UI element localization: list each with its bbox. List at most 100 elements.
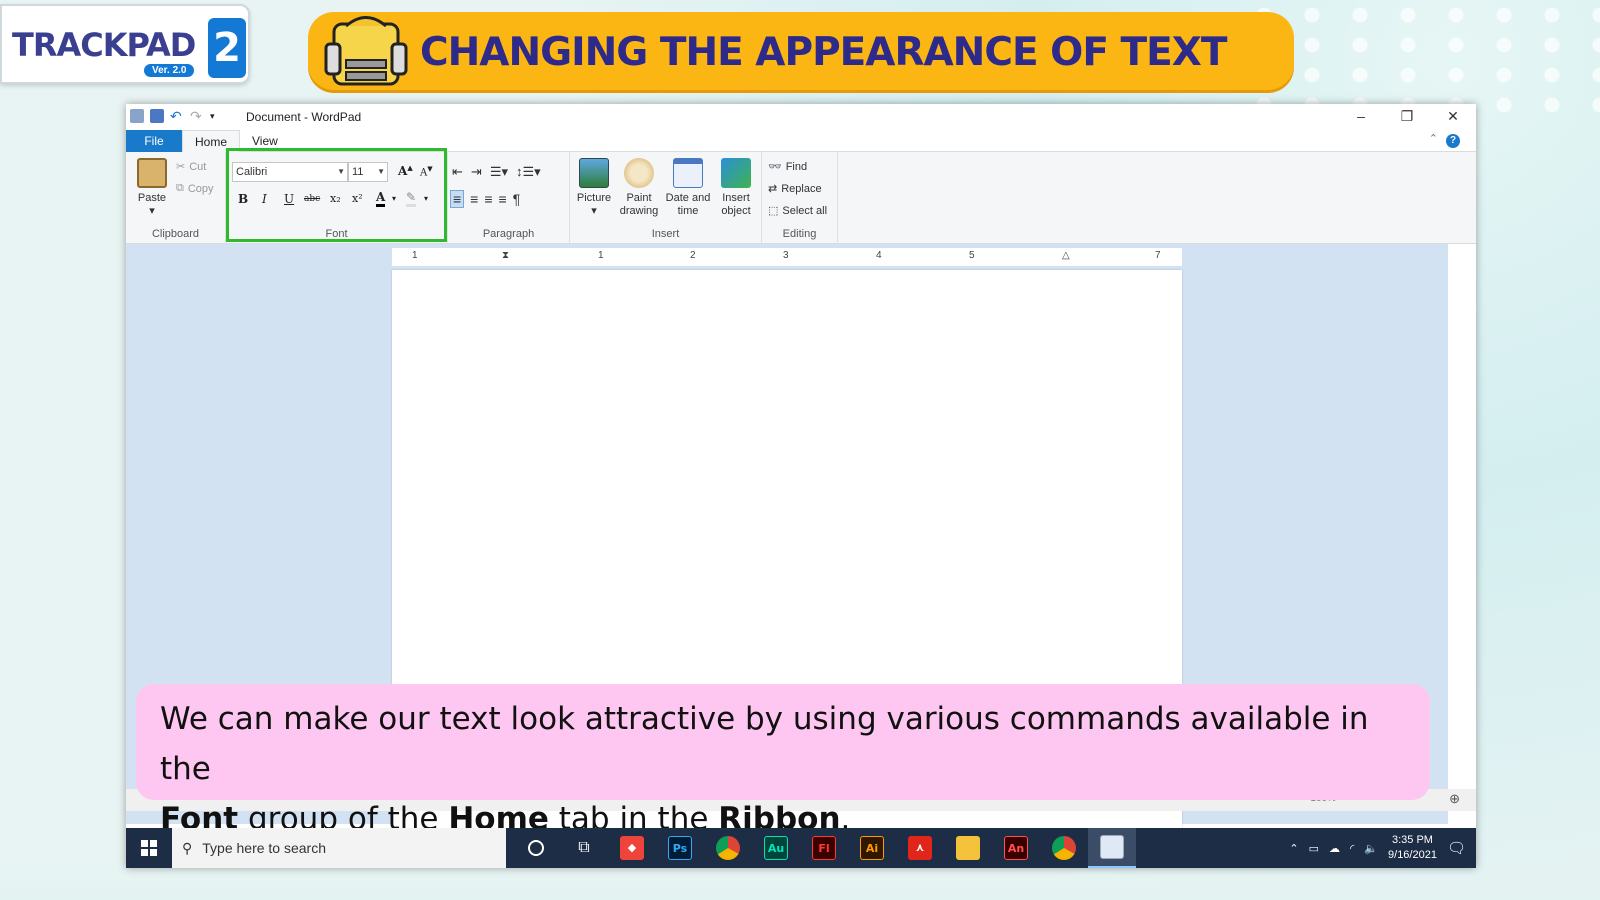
logo-version: Ver. 2.0 xyxy=(144,64,195,77)
collapse-ribbon-icon[interactable]: ⌃ xyxy=(1429,132,1438,145)
logo-number: 2 xyxy=(208,18,246,78)
ruler[interactable]: 1 ⧗ 1 2 3 4 5 △ 7 xyxy=(392,248,1182,266)
tab-file[interactable]: File xyxy=(126,130,182,152)
title-banner: CHANGING THE APPEARANCE OF TEXT xyxy=(308,12,1294,90)
insert-group-label: Insert xyxy=(651,228,680,240)
notification-icon[interactable]: 🗨 xyxy=(1447,839,1466,857)
logo-brand: TRACKPAD xyxy=(12,26,196,64)
file-explorer-icon[interactable] xyxy=(944,828,992,868)
windows-logo-icon xyxy=(141,840,157,856)
chrome-icon[interactable] xyxy=(704,828,752,868)
calendar-icon xyxy=(673,158,703,188)
flash-icon[interactable]: Fl xyxy=(800,828,848,868)
picture-icon xyxy=(579,158,609,188)
save-icon[interactable] xyxy=(150,109,164,123)
paragraph-group: ⇤ ⇥ ☰▾ ↕☰▾ ≡ ≡ ≡ ≡ ¶ Paragraph xyxy=(448,152,570,244)
date-time-button[interactable]: Date and time xyxy=(662,158,714,218)
minimize-button[interactable]: – xyxy=(1338,104,1384,128)
task-view-icon[interactable]: ⧉ xyxy=(560,828,608,868)
cloud-icon[interactable]: ☁ xyxy=(1329,842,1340,855)
picture-button[interactable]: Picture ▾ xyxy=(574,158,614,218)
cut-label: Cut xyxy=(189,160,207,173)
wordpad-taskbar-icon[interactable] xyxy=(1088,828,1136,868)
copy-icon: ⧉ xyxy=(176,182,184,194)
indent-marker-icon[interactable]: ⧗ xyxy=(502,250,509,261)
banner-title: CHANGING THE APPEARANCE OF TEXT xyxy=(420,30,1227,75)
search-placeholder: Type here to search xyxy=(202,840,327,856)
audition-icon[interactable]: Au xyxy=(752,828,800,868)
search-icon: ⚲ xyxy=(182,839,193,856)
close-button[interactable]: ✕ xyxy=(1430,104,1476,128)
clipboard-group-label: Clipboard xyxy=(151,228,200,240)
ruler-mark: 3 xyxy=(783,250,789,261)
taskbar-search[interactable]: ⚲ Type here to search xyxy=(172,828,506,868)
system-tray: ⌃ ▭ ☁ ◜ 🔈 3:35 PM 9/16/2021 🗨 xyxy=(1289,828,1466,868)
trackpad-logo: TRACKPAD Ver. 2.0 2 xyxy=(0,4,250,84)
align-center-icon[interactable]: ≡ xyxy=(470,191,478,207)
ruler-mark: 1 xyxy=(598,250,604,261)
chevron-up-icon[interactable]: ⌃ xyxy=(1289,842,1298,855)
chrome-profile-icon[interactable] xyxy=(1040,828,1088,868)
zoom-in-icon[interactable]: ⊕ xyxy=(1449,791,1460,807)
bullets-icon[interactable]: ☰▾ xyxy=(490,164,508,180)
ruler-mark: 4 xyxy=(876,250,882,261)
find-button[interactable]: 👓 Find xyxy=(768,160,808,174)
justify-icon[interactable]: ≡ xyxy=(499,191,507,207)
line-spacing-icon[interactable]: ↕☰▾ xyxy=(516,164,541,180)
increase-indent-icon[interactable]: ⇥ xyxy=(471,164,482,180)
object-icon xyxy=(721,158,751,188)
wifi-icon[interactable]: ◜ xyxy=(1350,842,1354,855)
cortana-icon[interactable] xyxy=(512,828,560,868)
copy-label: Copy xyxy=(187,182,214,195)
font-group-highlight xyxy=(226,148,447,242)
acrobat-icon[interactable]: ⋏ xyxy=(896,828,944,868)
find-label: Find xyxy=(785,160,808,173)
quick-access-toolbar: ↶ ↷ ▾ xyxy=(130,109,224,123)
insert-group: Picture ▾ Paint drawing Date and time Inser… xyxy=(570,152,762,244)
binoculars-icon: 👓 xyxy=(768,161,782,173)
redo-icon[interactable]: ↷ xyxy=(190,109,204,123)
decrease-indent-icon[interactable]: ⇤ xyxy=(452,164,463,180)
clipboard-group: Paste ▾ ✂ Cut ⧉ Copy Clipboard xyxy=(126,152,226,244)
cut-icon: ✂ xyxy=(176,161,186,173)
photoshop-icon[interactable]: Ps xyxy=(656,828,704,868)
anydesk-icon[interactable]: ◆ xyxy=(608,828,656,868)
align-right-icon[interactable]: ≡ xyxy=(484,191,492,207)
volume-icon[interactable]: 🔈 xyxy=(1364,842,1378,855)
select-all-label: Select all xyxy=(782,204,828,217)
caption-box: We can make our text look attractive by … xyxy=(136,684,1430,837)
paste-icon xyxy=(137,158,167,188)
animate-icon[interactable]: An xyxy=(992,828,1040,868)
customize-qat-icon[interactable]: ▾ xyxy=(210,109,224,123)
restore-button[interactable]: ❐ xyxy=(1384,104,1430,128)
battery-icon[interactable]: ▭ xyxy=(1309,842,1319,855)
right-indent-marker-icon[interactable]: △ xyxy=(1062,250,1070,261)
paint-label-2: drawing xyxy=(619,205,659,217)
window-title: Document - WordPad xyxy=(246,110,362,124)
background-dots xyxy=(1240,0,1600,120)
replace-button[interactable]: ⇄ Replace xyxy=(768,182,822,196)
start-button[interactable] xyxy=(126,828,172,868)
illustrator-icon[interactable]: Ai xyxy=(848,828,896,868)
paint-drawing-button[interactable]: Paint drawing xyxy=(618,158,660,218)
help-icon[interactable]: ? xyxy=(1446,134,1460,148)
copy-button[interactable]: ⧉ Copy xyxy=(176,182,214,195)
insert-object-button[interactable]: Insert object xyxy=(716,158,756,218)
editing-group-label: Editing xyxy=(782,228,817,240)
paste-button[interactable]: Paste ▾ xyxy=(134,158,170,218)
ruler-mark: 7 xyxy=(1155,250,1161,261)
taskbar-apps: ⧉ ◆ Ps Au Fl Ai ⋏ An xyxy=(512,828,1136,868)
select-all-button[interactable]: ⬚ Select all xyxy=(768,204,828,218)
clock[interactable]: 3:35 PM 9/16/2021 xyxy=(1388,833,1437,863)
robot-icon xyxy=(324,16,408,86)
paragraph-row-1: ⇤ ⇥ ☰▾ ↕☰▾ xyxy=(452,164,541,180)
ruler-mark: 2 xyxy=(690,250,696,261)
align-left-icon[interactable]: ≡ xyxy=(450,190,465,208)
editing-group: 👓 Find ⇄ Replace ⬚ Select all Editing xyxy=(762,152,838,244)
cut-button[interactable]: ✂ Cut xyxy=(176,160,207,174)
wordpad-app-icon[interactable] xyxy=(130,109,144,123)
paste-label: Paste xyxy=(137,192,167,204)
undo-icon[interactable]: ↶ xyxy=(170,109,184,123)
paint-palette-icon xyxy=(624,158,654,188)
paragraph-settings-icon[interactable]: ¶ xyxy=(513,191,521,207)
